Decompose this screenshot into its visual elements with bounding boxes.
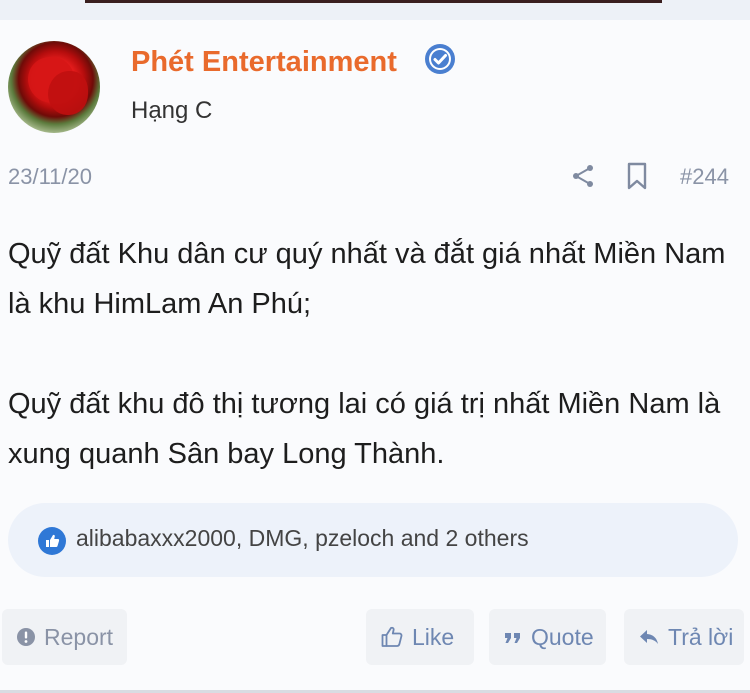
user-rank: Hạng C (131, 97, 213, 124)
post-date[interactable]: 23/11/20 (8, 164, 92, 190)
post-paragraph: Quỹ đất khu đô thị tương lai có giá trị … (8, 388, 721, 470)
like-button[interactable]: Like (366, 609, 474, 665)
quote-label: Quote (531, 623, 594, 650)
top-band (0, 0, 750, 20)
bookmark-icon[interactable] (625, 162, 649, 190)
thumbs-up-icon (38, 527, 66, 555)
thumbs-up-icon (381, 626, 403, 647)
report-label: Report (44, 623, 114, 650)
like-label: Like (412, 623, 455, 650)
avatar-flower-petal (48, 71, 88, 115)
post-number[interactable]: #244 (680, 164, 729, 190)
post-body: Quỹ đất Khu dân cư quý nhất và đắt giá n… (8, 229, 743, 479)
reply-arrow-icon (640, 630, 658, 644)
post-paragraph: Quỹ đất Khu dân cư quý nhất và đắt giá n… (8, 238, 726, 320)
alert-icon (17, 628, 35, 646)
verified-badge-icon (425, 44, 455, 74)
reply-label: Trả lời (668, 623, 734, 650)
quote-button[interactable]: Quote (489, 609, 606, 665)
report-button[interactable]: Report (2, 609, 127, 665)
author-name[interactable]: Phét Entertainment (131, 46, 397, 79)
reactions-bar[interactable]: alibabaxxx2000, DMG, pzeloch and 2 other… (8, 503, 738, 577)
top-divider (85, 0, 662, 3)
quote-icon (505, 633, 520, 643)
reply-button[interactable]: Trả lời (624, 609, 744, 665)
avatar[interactable] (8, 41, 100, 133)
share-icon[interactable] (570, 163, 596, 189)
reactions-list[interactable]: alibabaxxx2000, DMG, pzeloch and 2 other… (76, 525, 529, 552)
